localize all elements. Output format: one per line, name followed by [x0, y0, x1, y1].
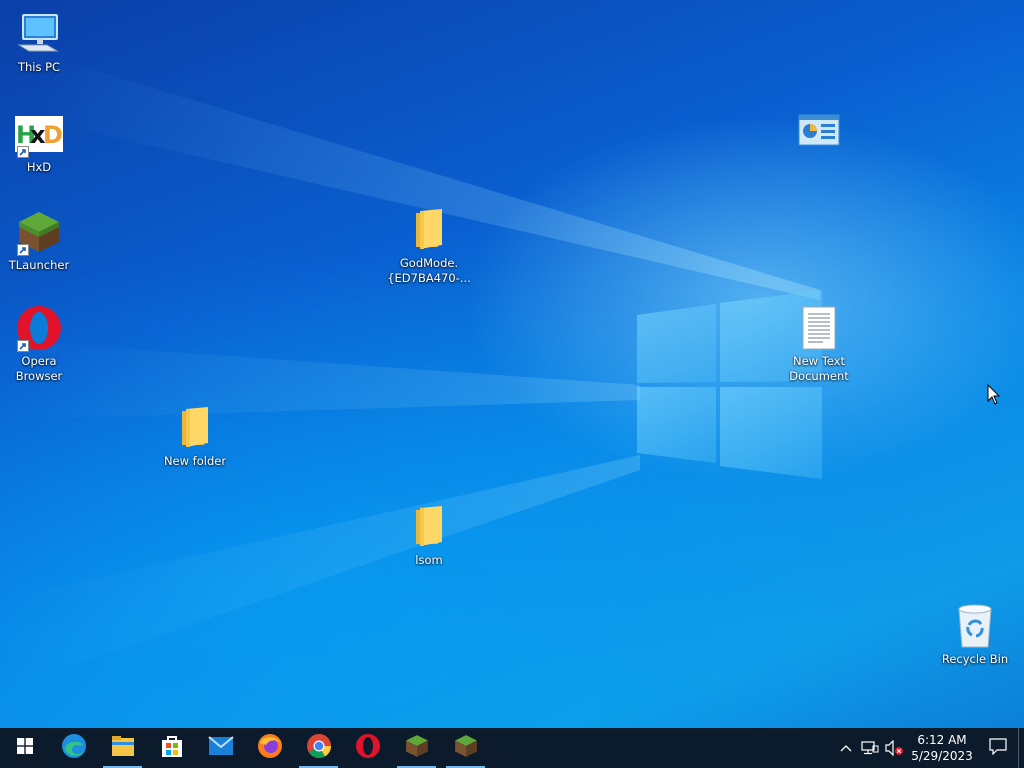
shortcut-arrow-icon — [17, 146, 29, 158]
desktop-icon-label: Recycle Bin — [941, 652, 1009, 666]
desktop-icon-opera[interactable]: Opera Browser — [0, 304, 78, 384]
volume-muted-icon[interactable] — [882, 728, 906, 768]
taskbar-minecraft-button-2[interactable] — [441, 728, 490, 768]
microsoft-store-icon — [160, 734, 184, 762]
taskbar-minecraft-button-1[interactable] — [392, 728, 441, 768]
taskbar-firefox-button[interactable] — [245, 728, 294, 768]
mail-icon — [207, 736, 234, 760]
taskbar-store-button[interactable] — [147, 728, 196, 768]
desktop-icon-new-folder[interactable]: New folder — [156, 404, 234, 469]
mouse-cursor-icon — [987, 383, 1001, 406]
control-panel-icon — [795, 106, 843, 154]
shortcut-arrow-icon — [17, 340, 29, 352]
computer-icon — [15, 10, 63, 58]
recycle-bin-icon — [951, 602, 999, 650]
desktop-icon-recycle-bin[interactable]: Recycle Bin — [936, 602, 1014, 667]
desktop-icon-label: Opera Browser — [15, 354, 63, 383]
desktop-icon-label: HxD — [26, 160, 52, 174]
hxd-icon: H x D — [15, 110, 63, 158]
folder-icon — [405, 503, 453, 551]
clock-date: 5/29/2023 — [911, 749, 973, 763]
minecraft-grass-block-icon — [454, 734, 478, 762]
windows-logo-icon — [16, 738, 33, 758]
firefox-icon — [257, 733, 283, 763]
desktop-icon-label: GodMode. {ED7BA470-... — [387, 256, 471, 285]
start-button[interactable] — [0, 728, 49, 768]
show-desktop-button[interactable] — [1018, 728, 1024, 768]
desktop[interactable]: This PC H x D HxD TLauncher Opera Browse… — [0, 0, 1024, 728]
folder-icon — [405, 206, 453, 254]
chrome-icon — [306, 733, 332, 763]
system-tray: 6:12 AM 5/29/2023 — [834, 728, 1024, 768]
desktop-icon-lsom-folder[interactable]: lsom — [390, 503, 468, 568]
desktop-icon-label: New folder — [163, 454, 227, 468]
wallpaper-logo — [0, 0, 1024, 728]
taskbar-edge-button[interactable] — [49, 728, 98, 768]
desktop-icon-this-pc[interactable]: This PC — [0, 10, 78, 75]
minecraft-grass-block-icon — [15, 208, 63, 256]
desktop-icon-label: TLauncher — [8, 258, 70, 272]
taskbar-clock[interactable]: 6:12 AM 5/29/2023 — [906, 732, 978, 764]
action-center-button[interactable] — [978, 728, 1018, 768]
edge-icon — [61, 733, 87, 763]
text-document-icon — [795, 304, 843, 352]
opera-icon — [355, 733, 381, 763]
desktop-icon-label: This PC — [17, 60, 61, 74]
taskbar: 6:12 AM 5/29/2023 — [0, 728, 1024, 768]
file-explorer-icon — [111, 735, 135, 761]
taskbar-opera-button[interactable] — [343, 728, 392, 768]
opera-icon — [15, 304, 63, 352]
desktop-icon-godmode-folder[interactable]: GodMode. {ED7BA470-... — [387, 206, 471, 286]
desktop-icon-control-panel[interactable] — [780, 106, 858, 156]
desktop-icon-label: lsom — [415, 553, 443, 567]
desktop-icon-tlauncher[interactable]: TLauncher — [0, 208, 78, 273]
folder-icon — [171, 404, 219, 452]
minecraft-grass-block-icon — [405, 734, 429, 762]
clock-time: 6:12 AM — [917, 733, 967, 747]
taskbar-file-explorer-button[interactable] — [98, 728, 147, 768]
taskbar-mail-button[interactable] — [196, 728, 245, 768]
taskbar-chrome-button[interactable] — [294, 728, 343, 768]
chevron-up-icon[interactable] — [834, 728, 858, 768]
svg-text:D: D — [43, 121, 63, 149]
shortcut-arrow-icon — [17, 244, 29, 256]
desktop-icon-hxd[interactable]: H x D HxD — [0, 110, 78, 175]
network-icon[interactable] — [858, 728, 882, 768]
desktop-icon-new-text-document[interactable]: New Text Document — [780, 304, 858, 384]
desktop-icon-label: New Text Document — [789, 354, 849, 383]
action-center-icon — [989, 737, 1007, 759]
